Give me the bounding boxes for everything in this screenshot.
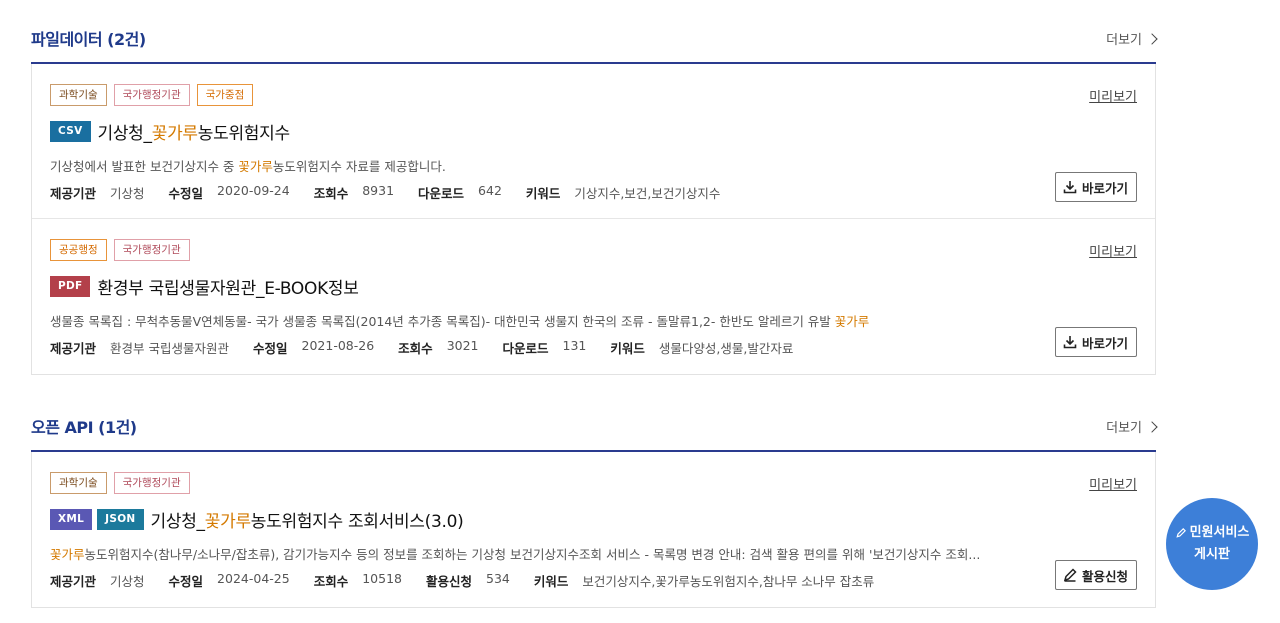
highlight-keyword: 꽃가루 (834, 314, 870, 329)
pencil-icon (1175, 528, 1186, 538)
format-badge-json: JSON (97, 509, 144, 530)
meta-value: 642 (478, 183, 502, 198)
file-data-header: 파일데이터 (2건) 더보기 (31, 0, 1158, 64)
format-badge-xml: XML (50, 509, 93, 530)
open-api-section: 오픈 API (1건) 더보기 과학기술 국가행정기관 미리보기 XML JSO… (31, 386, 1158, 608)
go-button-label: 바로가기 (1081, 180, 1128, 196)
meta-label: 키워드 (533, 574, 569, 589)
meta-label: 제공기관 (50, 186, 97, 201)
dataset-meta: 제공기관 환경부 국립생물자원관 수정일 2021-08-26 조회수 3021 다운… (50, 338, 817, 357)
dataset-title[interactable]: 기상청_꽃가루농도위험지수 조회서비스(3.0) (151, 507, 464, 532)
format-badge-csv: CSV (50, 121, 91, 142)
highlight-keyword: 꽃가루 (151, 124, 198, 144)
priority-tag[interactable]: 국가중점 (196, 84, 254, 106)
meta-label: 다운로드 (502, 341, 549, 356)
title-row[interactable]: CSV 기상청_꽃가루농도위험지수 (50, 119, 290, 144)
meta-value: 2020-09-24 (217, 183, 290, 198)
meta-value: 8931 (362, 183, 395, 198)
title-row[interactable]: PDF 환경부 국립생물자원관_E-BOOK정보 (50, 274, 359, 299)
format-badge-pdf: PDF (50, 276, 91, 297)
meta-label: 다운로드 (418, 186, 465, 201)
meta-label: 조회수 (313, 186, 349, 201)
meta-value: 2024-04-25 (217, 571, 290, 586)
apply-button[interactable]: 활용신청 (1054, 560, 1137, 590)
org-type-tag[interactable]: 국가행정기관 (113, 239, 190, 261)
dataset-meta: 제공기관 기상청 수정일 2024-04-25 조회수 10518 활용신청 534 키… (50, 571, 898, 590)
dataset-description: 기상청에서 발표한 보건기상지수 중 꽃가루농도위험지수 자료를 제공합니다. (50, 159, 446, 174)
category-tag[interactable]: 과학기술 (50, 84, 107, 106)
meta-value: 3021 (446, 338, 479, 353)
meta-value: 2021-08-26 (301, 338, 375, 353)
file-data-title: 파일데이터 (2건) (31, 30, 146, 49)
download-icon (1063, 336, 1077, 349)
preview-link[interactable]: 미리보기 (1089, 241, 1137, 260)
meta-value: 534 (486, 571, 510, 586)
file-data-more-link[interactable]: 더보기 (1106, 29, 1158, 48)
file-data-section: 파일데이터 (2건) 더보기 과학기술 국가행정기관 국가중점 미리보기 CSV… (31, 0, 1158, 375)
dataset-description: 생물종 목록집 : 무척추동물V연체동물- 국가 생물종 목록집(2014년 추… (50, 314, 870, 329)
meta-label: 조회수 (398, 341, 433, 356)
meta-value: 131 (562, 338, 587, 353)
open-api-list: 과학기술 국가행정기관 미리보기 XML JSON 기상청_꽃가루농도위험지수 … (31, 452, 1156, 608)
open-api-title: 오픈 API (1건) (31, 418, 137, 437)
preview-link[interactable]: 미리보기 (1089, 474, 1137, 493)
chevron-right-icon (1146, 33, 1158, 45)
chevron-right-icon (1146, 421, 1158, 433)
dataset-title[interactable]: 기상청_꽃가루농도위험지수 (98, 119, 291, 144)
meta-label: 활용신청 (425, 574, 472, 589)
meta-value: 기상청 (110, 574, 145, 589)
meta-label: 수정일 (168, 574, 204, 589)
list-item: 공공행정 국가행정기관 미리보기 PDF 환경부 국립생물자원관_E-BOOK정… (32, 219, 1155, 374)
more-label: 더보기 (1106, 33, 1142, 48)
float-button-line2: 게시판 (1194, 547, 1230, 562)
meta-value: 생물다양성,생물,발간자료 (658, 341, 794, 356)
file-data-list: 과학기술 국가행정기관 국가중점 미리보기 CSV 기상청_꽃가루농도위험지수 … (31, 64, 1156, 375)
more-label: 더보기 (1106, 421, 1142, 436)
meta-label: 제공기관 (50, 574, 97, 589)
open-api-header: 오픈 API (1건) 더보기 (31, 386, 1158, 452)
dataset-description: 꽃가루농도위험지수(참나무/소나무/잡초류), 감기가능지수 등의 정보를 조회… (50, 547, 981, 562)
preview-link[interactable]: 미리보기 (1089, 86, 1137, 105)
float-button-row: 민원서비스 (1175, 522, 1250, 544)
meta-label: 키워드 (610, 341, 645, 356)
meta-value: 보건기상지수,꽃가루농도위험지수,참나무 소나무 잡초류 (582, 574, 875, 589)
open-api-more-link[interactable]: 더보기 (1106, 417, 1158, 436)
meta-value: 환경부 국립생물자원관 (110, 341, 229, 356)
meta-value: 기상지수,보건,보건기상지수 (574, 186, 721, 201)
org-type-tag[interactable]: 국가행정기관 (113, 472, 190, 494)
dataset-meta: 제공기관 기상청 수정일 2020-09-24 조회수 8931 다운로드 642 키워… (50, 183, 744, 202)
category-tag[interactable]: 과학기술 (50, 472, 107, 494)
pencil-icon (1063, 568, 1077, 582)
float-button-line1: 민원서비스 (1189, 525, 1250, 540)
meta-label: 수정일 (168, 186, 204, 201)
go-button-label: 바로가기 (1081, 335, 1128, 351)
org-type-tag[interactable]: 국가행정기관 (113, 84, 190, 106)
apply-button-label: 활용신청 (1081, 568, 1128, 584)
list-item: 과학기술 국가행정기관 미리보기 XML JSON 기상청_꽃가루농도위험지수 … (32, 452, 1155, 607)
meta-value: 10518 (362, 571, 402, 586)
category-tag[interactable]: 공공행정 (50, 239, 107, 261)
civil-service-board-button[interactable]: 민원서비스 게시판 (1166, 498, 1258, 590)
title-row[interactable]: XML JSON 기상청_꽃가루농도위험지수 조회서비스(3.0) (50, 507, 464, 532)
meta-label: 키워드 (525, 186, 561, 201)
tag-group: 과학기술 국가행정기관 (50, 472, 190, 494)
go-button[interactable]: 바로가기 (1054, 172, 1137, 202)
tag-group: 과학기술 국가행정기관 국가중점 (50, 84, 254, 106)
download-icon (1063, 181, 1077, 194)
meta-label: 제공기관 (50, 341, 97, 356)
tag-group: 공공행정 국가행정기관 (50, 239, 190, 261)
dataset-title[interactable]: 환경부 국립생물자원관_E-BOOK정보 (97, 274, 358, 299)
meta-label: 수정일 (253, 341, 288, 356)
highlight-keyword: 꽃가루 (204, 512, 251, 532)
meta-label: 조회수 (313, 574, 349, 589)
list-item: 과학기술 국가행정기관 국가중점 미리보기 CSV 기상청_꽃가루농도위험지수 … (32, 64, 1155, 219)
meta-value: 기상청 (110, 186, 145, 201)
go-button[interactable]: 바로가기 (1054, 327, 1137, 357)
